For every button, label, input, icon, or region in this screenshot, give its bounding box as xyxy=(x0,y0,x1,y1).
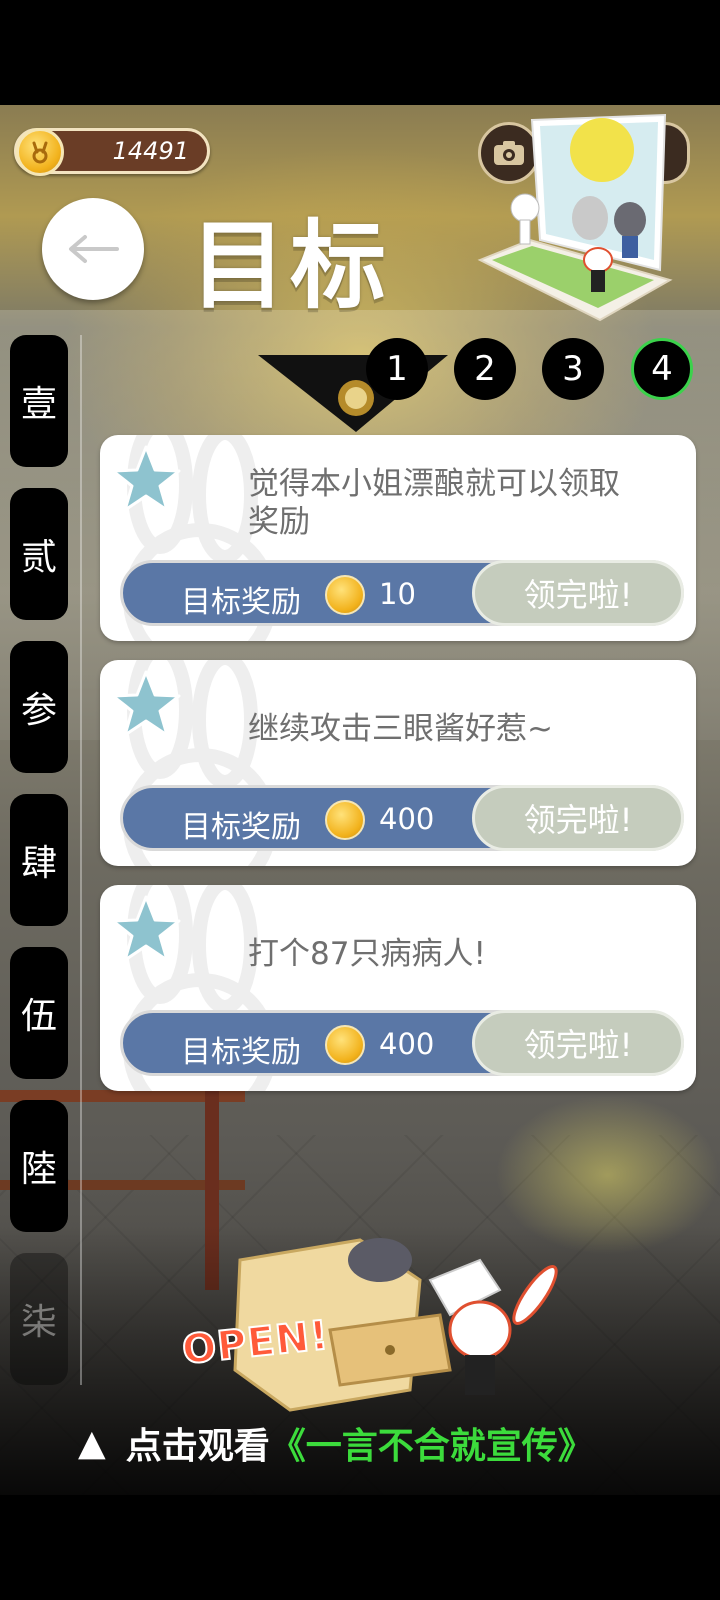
claimed-button[interactable]: 领完啦! xyxy=(472,560,684,626)
reward-value: 400 xyxy=(379,802,435,836)
star-icon xyxy=(111,895,181,962)
coin-icon xyxy=(325,1025,365,1065)
promo-prefix: 点击观看 xyxy=(125,1426,270,1467)
goal-card: 觉得本小姐漂酿就可以领取奖励 目标奖励 10 领完啦! xyxy=(100,435,696,641)
reward-value: 10 xyxy=(379,577,416,611)
reward-label: 目标奖励 xyxy=(181,810,301,845)
status-bar-area xyxy=(0,0,720,105)
navigation-bar-area xyxy=(0,1495,720,1600)
page-tab-2[interactable]: 2 xyxy=(454,338,516,400)
side-tab-2[interactable]: 贰 xyxy=(10,488,68,620)
back-button[interactable] xyxy=(42,198,144,300)
side-tab-3[interactable]: 参 xyxy=(10,641,68,773)
coin-count: 14491 xyxy=(112,137,189,165)
side-tab-5[interactable]: 伍 xyxy=(10,947,68,1079)
page-title: 目标 xyxy=(190,210,390,322)
promo-title: 《一言不合就宣传》 xyxy=(269,1426,594,1467)
page-tab-3[interactable]: 3 xyxy=(542,338,604,400)
side-tab-1[interactable]: 壹 xyxy=(10,335,68,467)
goal-card: 继续攻击三眼酱好惹~ 目标奖励 400 领完啦! xyxy=(100,660,696,866)
side-tab-6[interactable]: 陸 xyxy=(10,1100,68,1232)
goal-description: 继续攻击三眼酱好惹~ xyxy=(248,711,553,747)
star-icon xyxy=(111,445,181,512)
promo-drawer-image[interactable] xyxy=(180,1220,570,1415)
promo-link[interactable]: ▲ 点击观看 《一言不合就宣传》 xyxy=(78,1418,594,1468)
goal-card: 打个87只病病人! 目标奖励 400 领完啦! xyxy=(100,885,696,1091)
side-divider xyxy=(80,335,82,1385)
claimed-button[interactable]: 领完啦! xyxy=(472,785,684,851)
reward-bar: 目标奖励 400 领完啦! xyxy=(120,1010,684,1076)
reward-bar: 目标奖励 10 领完啦! xyxy=(120,560,684,626)
goal-description: 觉得本小姐漂酿就可以领取奖励 xyxy=(248,466,620,540)
reward-label: 目标奖励 xyxy=(181,1035,301,1070)
coin-icon xyxy=(325,800,365,840)
page-tab-1[interactable]: 1 xyxy=(366,338,428,400)
claimed-button[interactable]: 领完啦! xyxy=(472,1010,684,1076)
arrow-left-icon xyxy=(69,235,119,263)
page-tab-4[interactable]: 4 xyxy=(631,338,693,400)
coin-icon xyxy=(325,575,365,615)
side-tab-4[interactable]: 肆 xyxy=(10,794,68,926)
scenery-card-image[interactable] xyxy=(470,110,680,325)
triangle-icon: ▲ xyxy=(78,1422,106,1464)
coin-icon xyxy=(16,128,64,176)
side-tab-7[interactable]: 柒 xyxy=(10,1253,68,1385)
goal-description: 打个87只病病人! xyxy=(248,936,486,972)
reward-value: 400 xyxy=(379,1027,435,1061)
reward-label: 目标奖励 xyxy=(181,585,301,620)
star-icon xyxy=(111,670,181,737)
reward-bar: 目标奖励 400 领完啦! xyxy=(120,785,684,851)
